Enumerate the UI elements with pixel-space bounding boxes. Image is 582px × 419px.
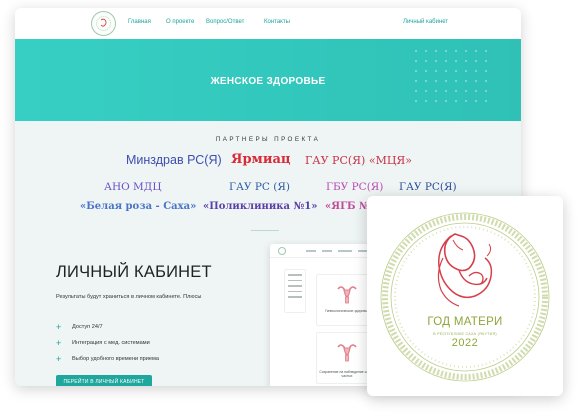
partner-logo-gau-polyclinic[interactable]: ГАУ РС (Я) xyxy=(229,181,290,193)
partner-logo-yarmiac[interactable]: Ярмиац xyxy=(231,152,291,167)
emblem-subtitle: В РЕСПУБЛИКЕ САХА (ЯКУТИЯ) xyxy=(433,332,497,336)
uterus-icon xyxy=(337,286,357,304)
partner-logo-minzdrav[interactable]: Минздрав РС(Я) xyxy=(126,153,222,167)
cabinet-description: Результаты будут храниться в личном каби… xyxy=(56,294,202,300)
hero-title: ЖЕНСКОЕ ЗДОРОВЬЕ xyxy=(210,76,326,87)
partner-logo-mcya[interactable]: ГАУ РС(Я) «МЦЯ» xyxy=(305,154,412,167)
screenshot-stage: Главная О проекте Вопрос/Ответ Контакты … xyxy=(0,0,582,419)
partner-subtitle-polyclinic: «Поликлиника №1» xyxy=(203,201,318,212)
mockup-nav-line xyxy=(306,250,316,252)
nav-link-about[interactable]: О проекте xyxy=(166,19,194,25)
nav-link-faq[interactable]: Вопрос/Ответ xyxy=(206,19,244,25)
mockup-nav-line xyxy=(338,250,352,252)
site-logo[interactable] xyxy=(91,11,116,36)
partner-logo-gau-other[interactable]: ГАУ РС(Я) xyxy=(399,181,457,193)
go-to-cabinet-button[interactable]: ПЕРЕЙТИ В ЛИЧНЫЙ КАБИНЕТ xyxy=(56,375,152,386)
year-of-mother-emblem-icon xyxy=(380,212,550,382)
mother-logo-icon xyxy=(96,16,111,31)
mockup-sidebar xyxy=(284,269,306,313)
plus-icon: + xyxy=(56,322,62,332)
partners-heading: ПАРТНЕРЫ ПРОЕКТА xyxy=(215,136,321,143)
uterus-icon xyxy=(337,344,357,362)
top-nav: Главная О проекте Вопрос/Ответ Контакты … xyxy=(15,8,521,39)
plus-icon: + xyxy=(56,354,62,364)
year-of-mother-emblem-card: ГОД МАТЕРИ В РЕСПУБЛИКЕ САХА (ЯКУТИЯ) 20… xyxy=(367,196,563,396)
partner-subtitle-belaya-roza: «Белая роза - Саха» xyxy=(80,201,197,212)
hero-banner: ЖЕНСКОЕ ЗДОРОВЬЕ xyxy=(15,39,521,121)
partner-logo-ano-mdc[interactable]: АНО МДЦ xyxy=(104,181,162,193)
emblem-title: ГОД МАТЕРИ xyxy=(427,316,503,328)
section-divider xyxy=(251,230,279,231)
mockup-logo-icon xyxy=(278,247,286,255)
partner-subtitle-ygb: «ЯГБ № xyxy=(325,201,370,212)
nav-link-contacts[interactable]: Контакты xyxy=(264,19,290,25)
feature-label: Выбор удобного времени приема xyxy=(72,356,159,362)
cabinet-title: ЛИЧНЫЙ КАБИНЕТ xyxy=(56,263,212,281)
mockup-nav-line xyxy=(322,250,332,252)
emblem-year: 2022 xyxy=(451,337,479,349)
feature-label: Интеграция с мед. системами xyxy=(72,340,150,346)
nav-link-cabinet[interactable]: Личный кабинет xyxy=(403,19,448,25)
partner-logo-gbu-ygb[interactable]: ГБУ РС(Я) xyxy=(326,181,383,193)
nav-link-home[interactable]: Главная xyxy=(128,19,151,25)
plus-icon: + xyxy=(56,338,62,348)
feature-label: Доступ 24/7 xyxy=(72,324,103,330)
